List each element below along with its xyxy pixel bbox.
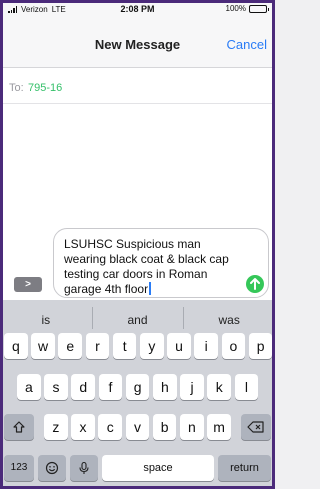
emoji-icon: [45, 461, 59, 475]
message-text: LSUHSC Suspicious man wearing black coat…: [64, 237, 244, 297]
compose-area: > LSUHSC Suspicious man wearing black co…: [0, 226, 275, 300]
key-x[interactable]: x: [71, 414, 95, 440]
suggestion-item[interactable]: is: [0, 313, 92, 327]
microphone-key[interactable]: [70, 455, 98, 481]
battery-percent: 100%: [225, 4, 246, 13]
shift-key[interactable]: [4, 414, 34, 440]
key-w[interactable]: w: [31, 333, 55, 359]
key-l[interactable]: l: [234, 374, 259, 400]
key-d[interactable]: d: [71, 374, 96, 400]
cancel-button[interactable]: Cancel: [227, 37, 267, 52]
key-u[interactable]: u: [167, 333, 191, 359]
key-j[interactable]: j: [180, 374, 204, 400]
key-c[interactable]: c: [98, 414, 123, 440]
send-button[interactable]: [246, 275, 264, 293]
shift-icon: [13, 421, 25, 433]
key-z[interactable]: z: [44, 414, 68, 440]
key-m[interactable]: m: [207, 414, 231, 440]
nav-bar: New Message Cancel: [0, 18, 275, 68]
arrow-up-icon: [250, 278, 260, 290]
conversation-area: [0, 104, 275, 226]
key-p[interactable]: p: [248, 333, 273, 359]
key-v[interactable]: v: [125, 414, 150, 440]
key-e[interactable]: e: [58, 333, 83, 359]
apps-button[interactable]: >: [14, 277, 42, 292]
key-y[interactable]: y: [140, 333, 164, 359]
return-key[interactable]: return: [218, 455, 271, 481]
key-k[interactable]: k: [207, 374, 232, 400]
key-q[interactable]: q: [4, 333, 28, 359]
recipient-field[interactable]: To: 795-16: [0, 68, 275, 104]
suggestion-item[interactable]: was: [183, 307, 275, 329]
key-r[interactable]: r: [85, 333, 110, 359]
suggestion-item[interactable]: and: [91, 307, 184, 329]
key-n[interactable]: n: [180, 414, 204, 440]
recipient-value[interactable]: 795-16: [28, 82, 62, 94]
numbers-key[interactable]: 123: [4, 455, 34, 481]
delete-key[interactable]: [241, 414, 271, 440]
microphone-icon: [79, 461, 89, 474]
battery-icon: [249, 4, 269, 13]
keyboard: is and was qwertyuiop asdfghjkl zxcvbnm …: [0, 300, 275, 489]
key-h[interactable]: h: [153, 374, 177, 400]
message-input[interactable]: LSUHSC Suspicious man wearing black coat…: [53, 228, 269, 298]
recipient-label: To:: [9, 82, 24, 94]
status-bar: Verizon LTE 2:08 PM 100%: [0, 0, 275, 18]
emoji-key[interactable]: [38, 455, 66, 481]
key-i[interactable]: i: [194, 333, 219, 359]
key-t[interactable]: t: [112, 333, 137, 359]
message-body: LSUHSC Suspicious man wearing black coat…: [64, 237, 229, 296]
key-b[interactable]: b: [152, 414, 177, 440]
key-f[interactable]: f: [98, 374, 123, 400]
text-caret: [149, 282, 151, 295]
delete-icon: [247, 421, 264, 433]
key-g[interactable]: g: [125, 374, 150, 400]
status-right: 100%: [225, 4, 269, 13]
key-s[interactable]: s: [44, 374, 68, 400]
space-key[interactable]: space: [102, 455, 214, 481]
key-a[interactable]: a: [17, 374, 41, 400]
key-o[interactable]: o: [221, 333, 246, 359]
